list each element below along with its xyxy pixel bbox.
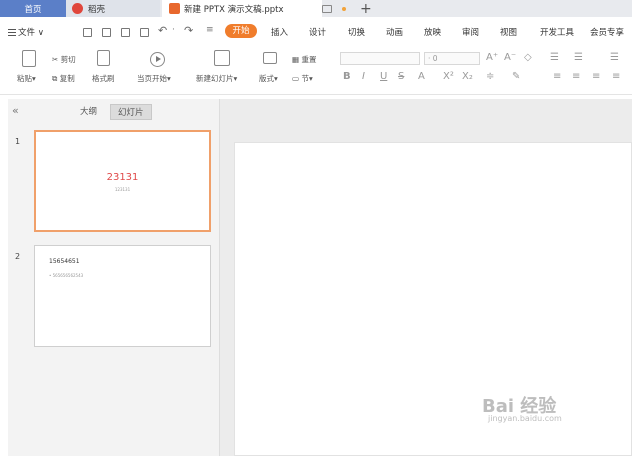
grow-font-icon[interactable]: A⁺ <box>486 52 498 63</box>
underline-icon[interactable]: U <box>380 71 387 82</box>
character-spacing-icon[interactable]: ≑ <box>486 71 494 82</box>
slide-number: 2 <box>15 252 21 261</box>
scissors-icon: ✂ <box>52 55 59 64</box>
highlight-icon[interactable]: ✎ <box>512 71 520 82</box>
copy-button[interactable]: ⧉ 复制 <box>52 73 75 84</box>
menu-tab-view[interactable]: 视图 <box>500 26 517 38</box>
slide-number: 1 <box>15 137 21 146</box>
tab-slides[interactable]: 幻灯片 <box>110 104 152 120</box>
new-slide-icon[interactable] <box>214 50 230 66</box>
monitor-icon[interactable] <box>322 0 332 17</box>
clear-format-icon[interactable]: ◇ <box>524 52 532 63</box>
slide-thumbnail-title: 15654651 <box>49 258 80 265</box>
section-label: 节 <box>301 74 309 83</box>
hamburger-icon <box>8 28 16 37</box>
print-icon[interactable] <box>121 28 130 37</box>
menu-bar: 文件 ∨ ↶ · ↷ ≡ 开始 插入 设计 切换 动画 放映 审阅 视图 开发工… <box>0 17 632 47</box>
format-painter-icon[interactable] <box>97 50 110 66</box>
align-center-icon[interactable]: ≡ <box>572 71 580 82</box>
tab-draft[interactable]: 稻壳 <box>66 0 160 17</box>
font-size-value: 0 <box>432 54 438 63</box>
draft-logo-icon <box>72 3 83 14</box>
menu-tab-start[interactable]: 开始 <box>225 24 257 38</box>
align-left-icon[interactable]: ≡ <box>553 71 561 82</box>
slide-thumbnail-title: 23131 <box>106 172 139 183</box>
font-size-select[interactable]: · 0 <box>424 52 480 65</box>
new-slide-label: 新建幻灯片 <box>196 74 234 83</box>
print-preview-icon[interactable] <box>140 28 149 37</box>
undo-icon[interactable]: ↶ <box>158 24 167 37</box>
paste-button[interactable]: 粘贴▾ <box>17 73 36 84</box>
tab-bar: 首页 稻壳 新建 PPTX 演示文稿.pptx + <box>0 0 632 17</box>
cut-label: 剪切 <box>60 55 76 64</box>
indent-icon[interactable]: ☰ <box>610 52 619 63</box>
subscript-icon[interactable]: X₂ <box>462 71 473 82</box>
tab-draft-label: 稻壳 <box>88 4 106 15</box>
tab-document[interactable]: 新建 PPTX 演示文稿.pptx <box>162 0 322 17</box>
new-tab-plus-icon[interactable]: + <box>360 0 372 17</box>
numbered-list-icon[interactable]: ☰ <box>574 52 583 63</box>
menu-tab-insert[interactable]: 插入 <box>271 26 288 38</box>
ppt-file-icon <box>169 3 180 14</box>
bullet-list-icon[interactable]: ☰ <box>550 52 559 63</box>
collapse-panel-icon[interactable]: « <box>12 104 19 117</box>
play-from-current-label: 当页开始 <box>137 74 167 83</box>
watermark-url: jingyan.baidu.com <box>488 414 562 423</box>
font-color-icon[interactable]: A <box>418 71 425 82</box>
menu-tab-review[interactable]: 审阅 <box>462 26 479 38</box>
slide-thumbnail-2[interactable]: 15654651 • 565656562543 <box>34 245 211 347</box>
justify-icon[interactable]: ≡ <box>612 71 620 82</box>
strikethrough-icon[interactable]: S <box>398 71 404 82</box>
undo-dropdown-icon[interactable]: · <box>172 25 175 35</box>
baidu-jingyan-watermark: Bai 经验 jingyan.baidu.com <box>482 392 562 423</box>
tab-outline[interactable]: 大纲 <box>80 105 97 117</box>
menu-tab-developer[interactable]: 开发工具 <box>540 26 574 38</box>
play-icon[interactable] <box>150 52 165 67</box>
bold-icon[interactable]: B <box>343 71 351 82</box>
export-pdf-icon[interactable] <box>102 28 111 37</box>
shrink-font-icon[interactable]: A⁻ <box>504 52 516 63</box>
copy-label: 复制 <box>59 74 75 83</box>
layout-button[interactable]: 版式▾ <box>259 73 278 84</box>
menu-tab-transitions[interactable]: 切换 <box>348 26 365 38</box>
slide-thumbnail-bullet: • 565656562543 <box>49 273 84 278</box>
menu-tab-design[interactable]: 设计 <box>309 26 326 38</box>
menu-tab-animations[interactable]: 动画 <box>386 26 403 38</box>
slide-thumbnail-subtitle: 123131 <box>114 187 131 192</box>
section-button[interactable]: ▭ 节▾ <box>292 73 313 84</box>
slide-thumbnail-1[interactable]: 23131 123131 <box>34 130 211 232</box>
copy-icon: ⧉ <box>52 74 58 83</box>
tab-home[interactable]: 首页 <box>0 0 66 17</box>
format-painter-button[interactable]: 格式刷 <box>92 73 115 84</box>
reset-button[interactable]: ▦ 重置 <box>292 54 316 65</box>
italic-icon[interactable]: I <box>362 71 365 82</box>
quick-access-more-icon[interactable]: ≡ <box>206 25 214 35</box>
new-slide-button[interactable]: 新建幻灯片▾ <box>196 73 237 84</box>
tab-home-label: 首页 <box>24 4 42 15</box>
reset-icon: ▦ <box>292 55 300 64</box>
menu-tab-slideshow[interactable]: 放映 <box>424 26 441 38</box>
ribbon-toolbar: 粘贴▾ ✂ 剪切 ⧉ 复制 格式刷 当页开始▾ 新建幻灯片▾ 版式▾ ▦ 重置 … <box>0 47 632 95</box>
reset-label: 重置 <box>301 55 317 64</box>
play-from-current-button[interactable]: 当页开始▾ <box>137 73 171 84</box>
file-menu[interactable]: 文件 ∨ <box>8 26 44 38</box>
section-icon: ▭ <box>292 74 300 83</box>
tab-document-label: 新建 PPTX 演示文稿.pptx <box>184 4 284 15</box>
paste-label: 粘贴 <box>17 74 32 83</box>
layout-icon[interactable] <box>263 52 277 64</box>
menu-tab-member[interactable]: 会员专享 <box>590 26 624 38</box>
cut-button[interactable]: ✂ 剪切 <box>52 54 76 65</box>
file-menu-label: 文件 <box>18 28 36 38</box>
align-right-icon[interactable]: ≡ <box>592 71 600 82</box>
superscript-icon[interactable]: X² <box>443 71 454 82</box>
redo-icon[interactable]: ↷ <box>184 24 193 37</box>
unsaved-dot-icon <box>342 0 346 17</box>
slide-canvas[interactable] <box>234 142 632 456</box>
font-family-select[interactable] <box>340 52 420 65</box>
layout-label: 版式 <box>259 74 274 83</box>
paste-icon[interactable] <box>22 50 36 67</box>
save-icon[interactable] <box>83 28 92 37</box>
